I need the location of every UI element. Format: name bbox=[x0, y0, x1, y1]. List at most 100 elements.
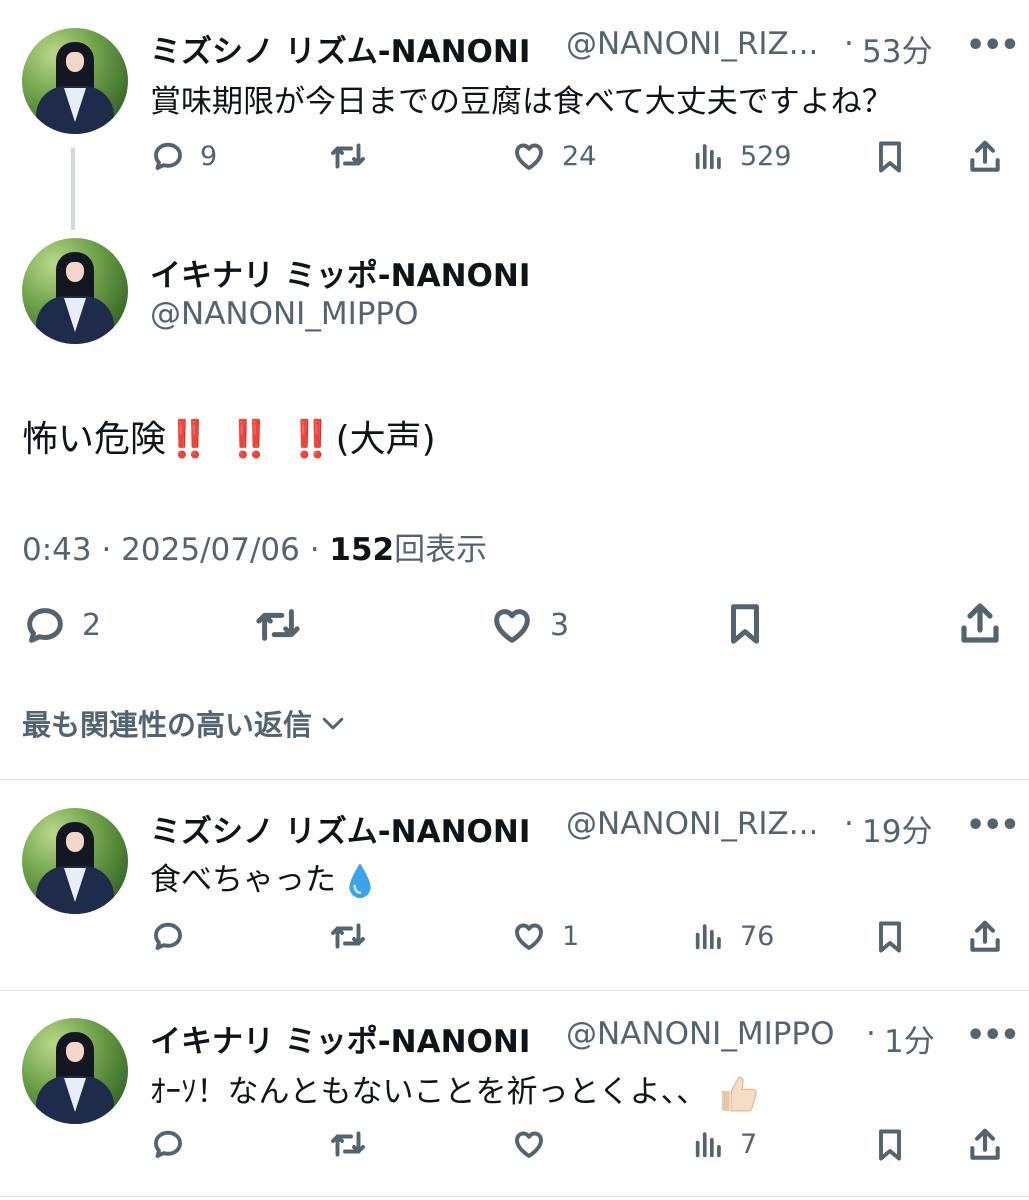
share-icon bbox=[970, 1128, 1000, 1160]
share-icon bbox=[970, 920, 1000, 952]
view-count: 529 bbox=[740, 140, 792, 172]
author-handle[interactable]: @NANONI_MIPPO bbox=[566, 1016, 835, 1052]
views-button[interactable]: 529 bbox=[692, 138, 792, 174]
bookmark-icon bbox=[879, 141, 901, 173]
reply-icon bbox=[154, 922, 182, 950]
bookmark-button[interactable] bbox=[722, 600, 768, 648]
separator: · bbox=[844, 806, 854, 842]
avatar[interactable] bbox=[22, 808, 128, 914]
reply-button[interactable] bbox=[150, 1126, 200, 1162]
avatar-face bbox=[66, 832, 84, 852]
reply-button[interactable]: 9 bbox=[150, 138, 217, 174]
avatar-face bbox=[66, 52, 84, 72]
droplet-emoji bbox=[349, 862, 371, 898]
author-name[interactable]: イキナリ ミッポ-NANONI bbox=[150, 250, 530, 295]
retweet-icon bbox=[331, 143, 365, 169]
retweet-button[interactable] bbox=[252, 602, 304, 648]
chevron-down-icon bbox=[322, 717, 344, 730]
avatar[interactable] bbox=[22, 238, 128, 344]
tweet-text: 怖い危険‼️ ‼️ ‼️(大声) bbox=[22, 410, 436, 462]
retweet-button[interactable] bbox=[328, 918, 368, 954]
reply-count: 9 bbox=[200, 140, 218, 172]
tweet-timestamp: 0:43 · 2025/07/06 · 152回表示 bbox=[22, 524, 487, 569]
views-count: 152 bbox=[329, 532, 395, 568]
share-icon bbox=[961, 603, 999, 643]
retweet-button[interactable] bbox=[328, 1126, 368, 1162]
tweet-text-main: 怖い危険 bbox=[22, 419, 167, 460]
avatar[interactable] bbox=[22, 1018, 128, 1124]
divider bbox=[0, 990, 1029, 991]
view-count: 7 bbox=[740, 1128, 758, 1160]
share-button[interactable] bbox=[966, 138, 1004, 176]
reply-icon bbox=[154, 142, 182, 170]
views-button[interactable]: 76 bbox=[692, 918, 774, 954]
more-options-icon[interactable]: ••• bbox=[966, 1018, 1020, 1053]
views-label: 回表示 bbox=[394, 532, 488, 568]
views-icon bbox=[695, 144, 721, 170]
share-button[interactable] bbox=[966, 1126, 1004, 1164]
bookmark-icon bbox=[879, 921, 901, 953]
reply-button[interactable]: 2 bbox=[22, 602, 101, 648]
divider bbox=[0, 779, 1029, 780]
double-exclamation-emoji: ‼️ ‼️ ‼️ bbox=[166, 419, 336, 460]
avatar-face bbox=[66, 1042, 84, 1062]
post-time[interactable]: 19分 bbox=[862, 806, 932, 851]
views-button[interactable]: 7 bbox=[692, 1126, 757, 1162]
author-handle[interactable]: @NANONI_RIZ... bbox=[566, 806, 818, 842]
more-options-icon[interactable]: ••• bbox=[966, 808, 1020, 843]
retweet-icon bbox=[331, 923, 365, 949]
like-icon bbox=[515, 143, 543, 170]
author-name[interactable]: イキナリ ミッポ-NANONI bbox=[150, 1016, 530, 1061]
tweet-text-tail: (大声) bbox=[335, 419, 436, 460]
reply-button[interactable] bbox=[150, 918, 200, 954]
thread-line bbox=[71, 148, 75, 230]
reply-icon bbox=[27, 608, 63, 643]
retweet-button[interactable] bbox=[328, 138, 368, 174]
reply-text-content: ｵｰｿ！なんともないことを祈っとくよ、、 bbox=[150, 1074, 708, 1110]
reply-count: 2 bbox=[82, 607, 102, 643]
bookmark-button[interactable] bbox=[872, 1126, 908, 1164]
author-name[interactable]: ミズシノ リズム-NANONI bbox=[150, 26, 530, 71]
author-handle[interactable]: @NANONI_RIZ... bbox=[566, 26, 818, 62]
more-options-icon[interactable]: ••• bbox=[966, 28, 1020, 63]
like-button[interactable]: 1 bbox=[510, 918, 579, 954]
like-icon bbox=[515, 1131, 543, 1158]
view-count: 76 bbox=[740, 920, 775, 952]
like-icon bbox=[494, 609, 530, 643]
reply-sort-dropdown[interactable]: 最も関連性の高い返信 bbox=[22, 702, 348, 744]
like-button[interactable] bbox=[510, 1126, 562, 1162]
views-icon bbox=[695, 1132, 721, 1158]
avatar[interactable] bbox=[22, 28, 128, 134]
retweet-icon bbox=[331, 1131, 365, 1157]
like-count: 1 bbox=[562, 920, 580, 952]
thumbs-up-emoji bbox=[722, 1075, 757, 1112]
author-name[interactable]: ミズシノ リズム-NANONI bbox=[150, 806, 530, 851]
author-handle[interactable]: @NANONI_MIPPO bbox=[150, 296, 419, 332]
like-button[interactable]: 24 bbox=[510, 138, 596, 174]
like-icon bbox=[515, 923, 543, 950]
share-button[interactable] bbox=[966, 918, 1004, 956]
bookmark-button[interactable] bbox=[872, 138, 908, 176]
like-count: 24 bbox=[562, 140, 597, 172]
reply-sort-label: 最も関連性の高い返信 bbox=[22, 708, 313, 742]
reply-text: 食べちゃった bbox=[150, 854, 374, 902]
tweet-text: 賞味期限が今日までの豆腐は食べて大丈夫ですよね？ bbox=[150, 84, 893, 120]
reply-icon bbox=[154, 1130, 182, 1158]
views-icon bbox=[695, 924, 721, 950]
reply-text-content: 食べちゃった bbox=[150, 862, 336, 898]
post-time[interactable]: 1分 bbox=[884, 1016, 935, 1061]
timestamp-text[interactable]: 0:43 · 2025/07/06 · bbox=[22, 532, 329, 568]
separator: · bbox=[844, 26, 854, 62]
bookmark-icon bbox=[731, 604, 759, 644]
avatar-face bbox=[66, 262, 84, 282]
like-button[interactable]: 3 bbox=[488, 602, 569, 648]
post-time[interactable]: 53分 bbox=[862, 26, 932, 71]
retweet-icon bbox=[256, 609, 300, 641]
separator: · bbox=[866, 1016, 876, 1052]
reply-text: ｵｰｿ！なんともないことを祈っとくよ、、 bbox=[150, 1066, 761, 1114]
share-icon bbox=[970, 140, 1000, 172]
bookmark-button[interactable] bbox=[872, 918, 908, 956]
share-button[interactable] bbox=[956, 600, 1004, 648]
divider bbox=[0, 1196, 1029, 1197]
like-count: 3 bbox=[550, 607, 570, 643]
